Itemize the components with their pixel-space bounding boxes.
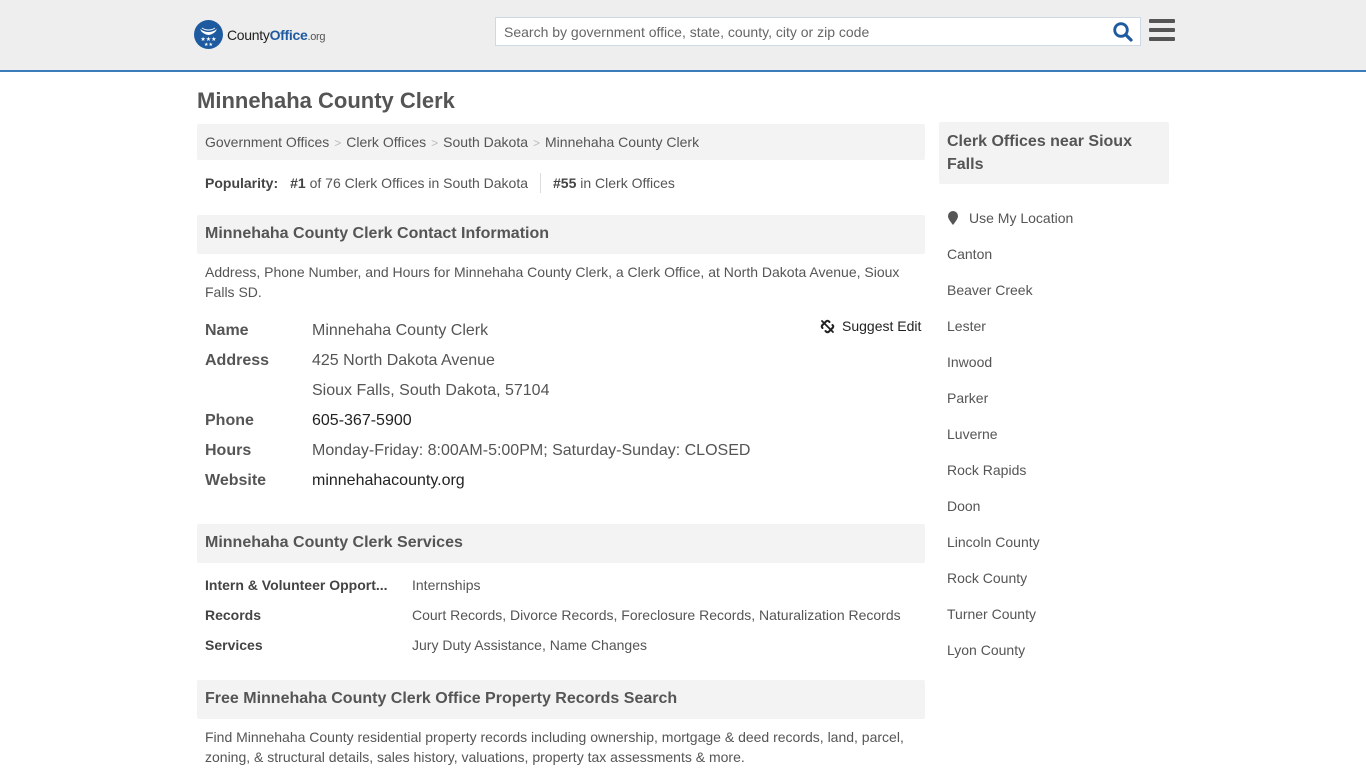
info-row-website: Website minnehahacounty.org bbox=[205, 466, 925, 496]
use-my-location-link[interactable]: Use My Location bbox=[969, 210, 1073, 226]
nearby-offices-list: Use My Location Canton Beaver Creek Lest… bbox=[947, 200, 1073, 668]
logo-text-office: Office bbox=[269, 26, 308, 43]
service-value: Court Records, Divorce Records, Foreclos… bbox=[412, 607, 901, 623]
nearby-office-item: Rock Rapids bbox=[947, 452, 1073, 488]
contact-info-table: Name Minnehaha County Clerk Address 425 … bbox=[205, 316, 925, 496]
nearby-link-inwood[interactable]: Inwood bbox=[947, 354, 992, 370]
nearby-office-item: Lincoln County bbox=[947, 524, 1073, 560]
services-heading: Minnehaha County Clerk Services bbox=[197, 524, 925, 563]
breadcrumb-south-dakota[interactable]: South Dakota bbox=[443, 134, 528, 150]
service-label: Services bbox=[205, 637, 263, 653]
state-rank: #1 bbox=[290, 175, 306, 191]
nearby-offices-heading: Clerk Offices near Sioux Falls bbox=[939, 122, 1169, 184]
breadcrumb-government-offices[interactable]: Government Offices bbox=[205, 134, 329, 150]
website-label: Website bbox=[205, 472, 267, 489]
service-label: Intern & Volunteer Opport... bbox=[205, 577, 388, 593]
nearby-link-doon[interactable]: Doon bbox=[947, 498, 980, 514]
nearby-link-canton[interactable]: Canton bbox=[947, 246, 992, 262]
nearby-office-item: Doon bbox=[947, 488, 1073, 524]
service-row: Records Court Records, Divorce Records, … bbox=[205, 600, 925, 630]
phone-label: Phone bbox=[205, 412, 254, 429]
nearby-office-item: Lyon County bbox=[947, 632, 1073, 668]
name-label: Name bbox=[205, 322, 249, 339]
hamburger-bar bbox=[1149, 19, 1175, 23]
phone-link[interactable]: 605-367-5900 bbox=[312, 412, 412, 429]
nearby-link-lyon-county[interactable]: Lyon County bbox=[947, 642, 1025, 658]
nearby-office-item: Turner County bbox=[947, 596, 1073, 632]
popularity-label: Popularity: bbox=[205, 175, 279, 191]
nearby-office-item: Rock County bbox=[947, 560, 1073, 596]
nearby-office-item: Canton bbox=[947, 236, 1073, 272]
hamburger-menu-button[interactable] bbox=[1149, 19, 1175, 41]
services-table: Intern & Volunteer Opport... Internships… bbox=[205, 570, 925, 660]
address-line2: Sioux Falls, South Dakota, 57104 bbox=[312, 382, 550, 399]
service-value: Jury Duty Assistance, Name Changes bbox=[412, 637, 647, 653]
breadcrumb-separator: > bbox=[431, 136, 439, 150]
hamburger-bar bbox=[1149, 28, 1175, 32]
breadcrumb-separator: > bbox=[533, 136, 541, 150]
hours-label: Hours bbox=[205, 442, 252, 459]
info-row-address-2: Sioux Falls, South Dakota, 57104 bbox=[205, 376, 925, 406]
info-row-name: Name Minnehaha County Clerk bbox=[205, 316, 925, 346]
nearby-link-rock-rapids[interactable]: Rock Rapids bbox=[947, 462, 1026, 478]
state-rank-text: of 76 Clerk Offices in South Dakota bbox=[309, 175, 529, 191]
service-value: Internships bbox=[412, 577, 481, 593]
address-line1: 425 North Dakota Avenue bbox=[312, 352, 495, 369]
breadcrumb-clerk-offices[interactable]: Clerk Offices bbox=[346, 134, 426, 150]
property-records-heading: Free Minnehaha County Clerk Office Prope… bbox=[197, 680, 925, 719]
search-bar bbox=[495, 17, 1141, 46]
nearby-office-item: Beaver Creek bbox=[947, 272, 1073, 308]
nearby-link-lincoln-county[interactable]: Lincoln County bbox=[947, 534, 1040, 550]
service-row: Intern & Volunteer Opport... Internships bbox=[205, 570, 925, 600]
search-icon bbox=[1113, 22, 1133, 42]
contact-description: Address, Phone Number, and Hours for Min… bbox=[205, 264, 900, 300]
logo-text-county: County bbox=[227, 26, 270, 43]
nearby-link-luverne[interactable]: Luverne bbox=[947, 426, 998, 442]
nearby-office-item: Luverne bbox=[947, 416, 1073, 452]
national-rank-text: in Clerk Offices bbox=[580, 175, 675, 191]
popularity-divider bbox=[540, 173, 542, 193]
website-link[interactable]: minnehahacounty.org bbox=[312, 472, 465, 489]
breadcrumb-current: Minnehaha County Clerk bbox=[545, 134, 700, 150]
popularity-bar: Popularity: #1 of 76 Clerk Offices in So… bbox=[205, 173, 675, 193]
contact-info-heading: Minnehaha County Clerk Contact Informati… bbox=[197, 215, 925, 254]
eagle-stars-logo-icon: ★★★ ★★ bbox=[194, 20, 223, 49]
national-rank: #55 bbox=[553, 175, 577, 191]
hours-value: Monday-Friday: 8:00AM-5:00PM; Saturday-S… bbox=[312, 442, 751, 459]
hamburger-bar bbox=[1149, 37, 1175, 41]
site-logo[interactable]: ★★★ ★★ CountyOffice.org bbox=[194, 20, 326, 49]
nearby-link-rock-county[interactable]: Rock County bbox=[947, 570, 1027, 586]
name-value: Minnehaha County Clerk bbox=[312, 322, 489, 339]
nearby-office-item: Inwood bbox=[947, 344, 1073, 380]
nearby-link-beaver-creek[interactable]: Beaver Creek bbox=[947, 282, 1033, 298]
site-header: ★★★ ★★ CountyOffice.org bbox=[0, 0, 1366, 72]
service-row: Services Jury Duty Assistance, Name Chan… bbox=[205, 630, 925, 660]
breadcrumb: Government Offices > Clerk Offices > South D… bbox=[197, 124, 925, 160]
map-pin-icon bbox=[948, 211, 958, 225]
nearby-office-item: Lester bbox=[947, 308, 1073, 344]
logo-text-tld: .org bbox=[307, 30, 326, 43]
service-label: Records bbox=[205, 607, 262, 623]
nearby-office-item: Parker bbox=[947, 380, 1073, 416]
nearby-link-lester[interactable]: Lester bbox=[947, 318, 986, 334]
info-row-address: Address 425 North Dakota Avenue bbox=[205, 346, 925, 376]
search-button[interactable] bbox=[1112, 21, 1136, 43]
address-label: Address bbox=[205, 352, 270, 369]
nearby-link-turner-county[interactable]: Turner County bbox=[947, 606, 1036, 622]
info-row-hours: Hours Monday-Friday: 8:00AM-5:00PM; Satu… bbox=[205, 436, 925, 466]
nearby-link-parker[interactable]: Parker bbox=[947, 390, 988, 406]
use-my-location: Use My Location bbox=[947, 200, 1073, 236]
property-records-description: Find Minnehaha County residential proper… bbox=[205, 729, 904, 765]
search-input[interactable] bbox=[496, 18, 1096, 45]
info-row-phone: Phone 605-367-5900 bbox=[205, 406, 925, 436]
breadcrumb-separator: > bbox=[334, 136, 342, 150]
logo-wordmark: CountyOffice.org bbox=[227, 26, 326, 43]
page-title: Minnehaha County Clerk bbox=[197, 88, 455, 113]
svg-text:★★: ★★ bbox=[204, 42, 213, 48]
